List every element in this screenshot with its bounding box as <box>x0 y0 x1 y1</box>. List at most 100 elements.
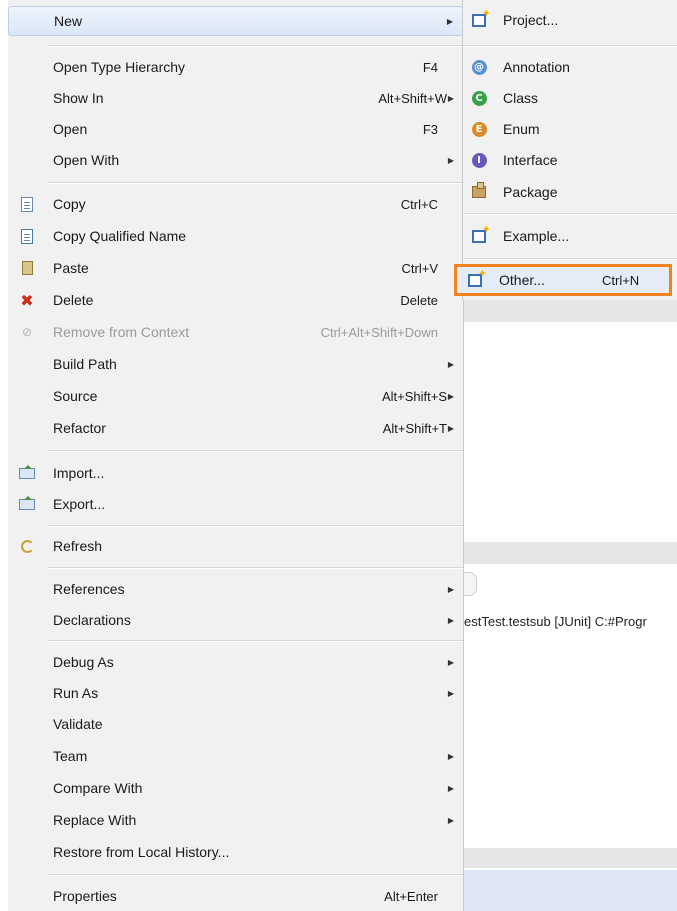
package-icon <box>472 182 486 198</box>
submenu-arrow-icon: ▶ <box>447 751 454 761</box>
menu-separator <box>48 182 463 184</box>
menu-item-label: Replace With <box>53 812 137 828</box>
submenu-arrow-icon: ▶ <box>447 815 454 825</box>
menu-item-team[interactable]: Team ▶ <box>8 741 463 771</box>
refresh-icon <box>20 539 34 553</box>
menu-item-copy[interactable]: Copy Ctrl+C <box>8 189 463 219</box>
copy-icon <box>21 196 33 212</box>
menu-item-shortcut: Delete <box>400 292 438 308</box>
menu-separator <box>48 45 463 47</box>
menu-item-run-as[interactable]: Run As ▶ <box>8 678 463 708</box>
submenu-item-interface[interactable]: I Interface <box>463 146 677 174</box>
remove-context-icon: ⊘ <box>21 325 33 339</box>
menu-item-open-type-hierarchy[interactable]: Open Type Hierarchy F4 <box>8 52 463 82</box>
new-project-icon <box>472 7 491 27</box>
submenu-item-class[interactable]: C Class <box>463 84 677 112</box>
submenu-item-example[interactable]: Example... <box>463 222 677 250</box>
menu-separator <box>48 640 463 642</box>
copy-qualified-name-icon <box>21 228 33 244</box>
menu-separator <box>463 213 677 215</box>
submenu-arrow-icon: ▶ <box>447 783 454 793</box>
menu-item-validate[interactable]: Validate <box>8 709 463 739</box>
interface-icon: I <box>471 152 487 168</box>
menu-item-label: Copy <box>53 196 86 212</box>
submenu-item-label: Annotation <box>503 59 570 75</box>
menu-item-delete[interactable]: ✖ Delete Delete <box>8 285 463 315</box>
menu-item-label: Team <box>53 748 88 764</box>
console-launch-text: estTest.testsub [JUnit] C:#Progr <box>464 614 647 629</box>
submenu-item-label: Other... <box>499 272 545 288</box>
menu-item-new[interactable]: New ▶ <box>8 6 463 36</box>
menu-item-label: Run As <box>53 685 99 701</box>
submenu-item-other[interactable]: Other... Ctrl+N <box>454 264 672 296</box>
menu-item-declarations[interactable]: Declarations ▶ <box>8 605 463 635</box>
menu-item-label: Import... <box>53 465 105 481</box>
menu-item-build-path[interactable]: Build Path ▶ <box>8 349 463 379</box>
menu-item-open-with[interactable]: Open With ▶ <box>8 145 463 175</box>
view-title-band <box>462 300 677 322</box>
menu-item-label: Refresh <box>53 538 103 554</box>
menu-item-shortcut: Ctrl+C <box>400 196 438 212</box>
menu-item-label: Refactor <box>53 420 106 436</box>
class-icon: C <box>471 90 487 106</box>
menu-item-label: Paste <box>53 260 89 276</box>
new-submenu: Project... @ Annotation C Class E Enum I… <box>462 0 677 300</box>
view-tab[interactable] <box>462 572 477 596</box>
submenu-item-project[interactable]: Project... <box>463 6 677 34</box>
menu-item-source[interactable]: Source Alt+Shift+S ▶ <box>8 381 463 411</box>
context-menu: New ▶ Open Type Hierarchy F4 Show In Alt… <box>8 0 464 911</box>
submenu-arrow-icon: ▶ <box>447 584 454 594</box>
submenu-arrow-icon: ▶ <box>447 155 454 165</box>
menu-item-replace-with[interactable]: Replace With ▶ <box>8 805 463 835</box>
submenu-item-package[interactable]: Package <box>463 178 677 206</box>
import-icon <box>19 464 35 479</box>
submenu-item-annotation[interactable]: @ Annotation <box>463 53 677 81</box>
menu-item-label: Validate <box>53 716 103 732</box>
submenu-arrow-icon: ▶ <box>447 391 454 401</box>
menu-item-shortcut: F4 <box>422 59 438 75</box>
new-other-icon <box>468 267 487 287</box>
menu-item-show-in[interactable]: Show In Alt+Shift+W ▶ <box>8 83 463 113</box>
annotation-icon: @ <box>471 59 487 75</box>
menu-separator <box>48 450 463 452</box>
menu-item-shortcut: F3 <box>422 121 438 137</box>
menu-item-label: References <box>53 581 125 597</box>
menu-item-shortcut: Alt+Enter <box>384 888 438 904</box>
submenu-arrow-icon: ▶ <box>447 657 454 667</box>
menu-item-remove-from-context[interactable]: ⊘ Remove from Context Ctrl+Alt+Shift+Dow… <box>8 317 463 347</box>
paste-icon <box>21 261 33 275</box>
menu-item-label: Copy Qualified Name <box>53 228 187 244</box>
menu-item-shortcut: Alt+Shift+T <box>382 420 447 436</box>
submenu-item-label: Interface <box>503 152 558 168</box>
delete-icon: ✖ <box>20 290 34 310</box>
submenu-item-enum[interactable]: E Enum <box>463 115 677 143</box>
menu-item-export[interactable]: Export... <box>8 489 463 519</box>
menu-item-refactor[interactable]: Refactor Alt+Shift+T ▶ <box>8 413 463 443</box>
menu-item-label: Source <box>53 388 98 404</box>
submenu-arrow-icon: ▶ <box>447 93 454 103</box>
export-icon <box>19 495 35 510</box>
menu-item-restore-from-local-history[interactable]: Restore from Local History... <box>8 837 463 867</box>
submenu-arrow-icon: ▶ <box>447 359 454 369</box>
submenu-item-label: Enum <box>503 121 540 137</box>
new-example-icon <box>472 223 491 243</box>
menu-item-import[interactable]: Import... <box>8 458 463 488</box>
menu-item-label: Declarations <box>53 612 131 628</box>
submenu-arrow-icon: ▶ <box>446 16 453 26</box>
menu-item-label: Open Type Hierarchy <box>53 59 186 75</box>
menu-item-refresh[interactable]: Refresh <box>8 531 463 561</box>
view-title-band <box>462 542 677 564</box>
menu-item-label: Debug As <box>53 654 114 670</box>
menu-item-compare-with[interactable]: Compare With ▶ <box>8 773 463 803</box>
menu-item-label: Compare With <box>53 780 143 796</box>
menu-item-paste[interactable]: Paste Ctrl+V <box>8 253 463 283</box>
menu-item-references[interactable]: References ▶ <box>8 574 463 604</box>
submenu-item-label: Package <box>503 184 558 200</box>
menu-item-copy-qualified-name[interactable]: Copy Qualified Name <box>8 221 463 251</box>
menu-item-label: Build Path <box>53 356 117 372</box>
menu-item-properties[interactable]: Properties Alt+Enter <box>8 881 463 911</box>
menu-separator <box>463 258 677 260</box>
menu-item-debug-as[interactable]: Debug As ▶ <box>8 647 463 677</box>
status-strip <box>462 870 677 911</box>
menu-item-open[interactable]: Open F3 <box>8 114 463 144</box>
